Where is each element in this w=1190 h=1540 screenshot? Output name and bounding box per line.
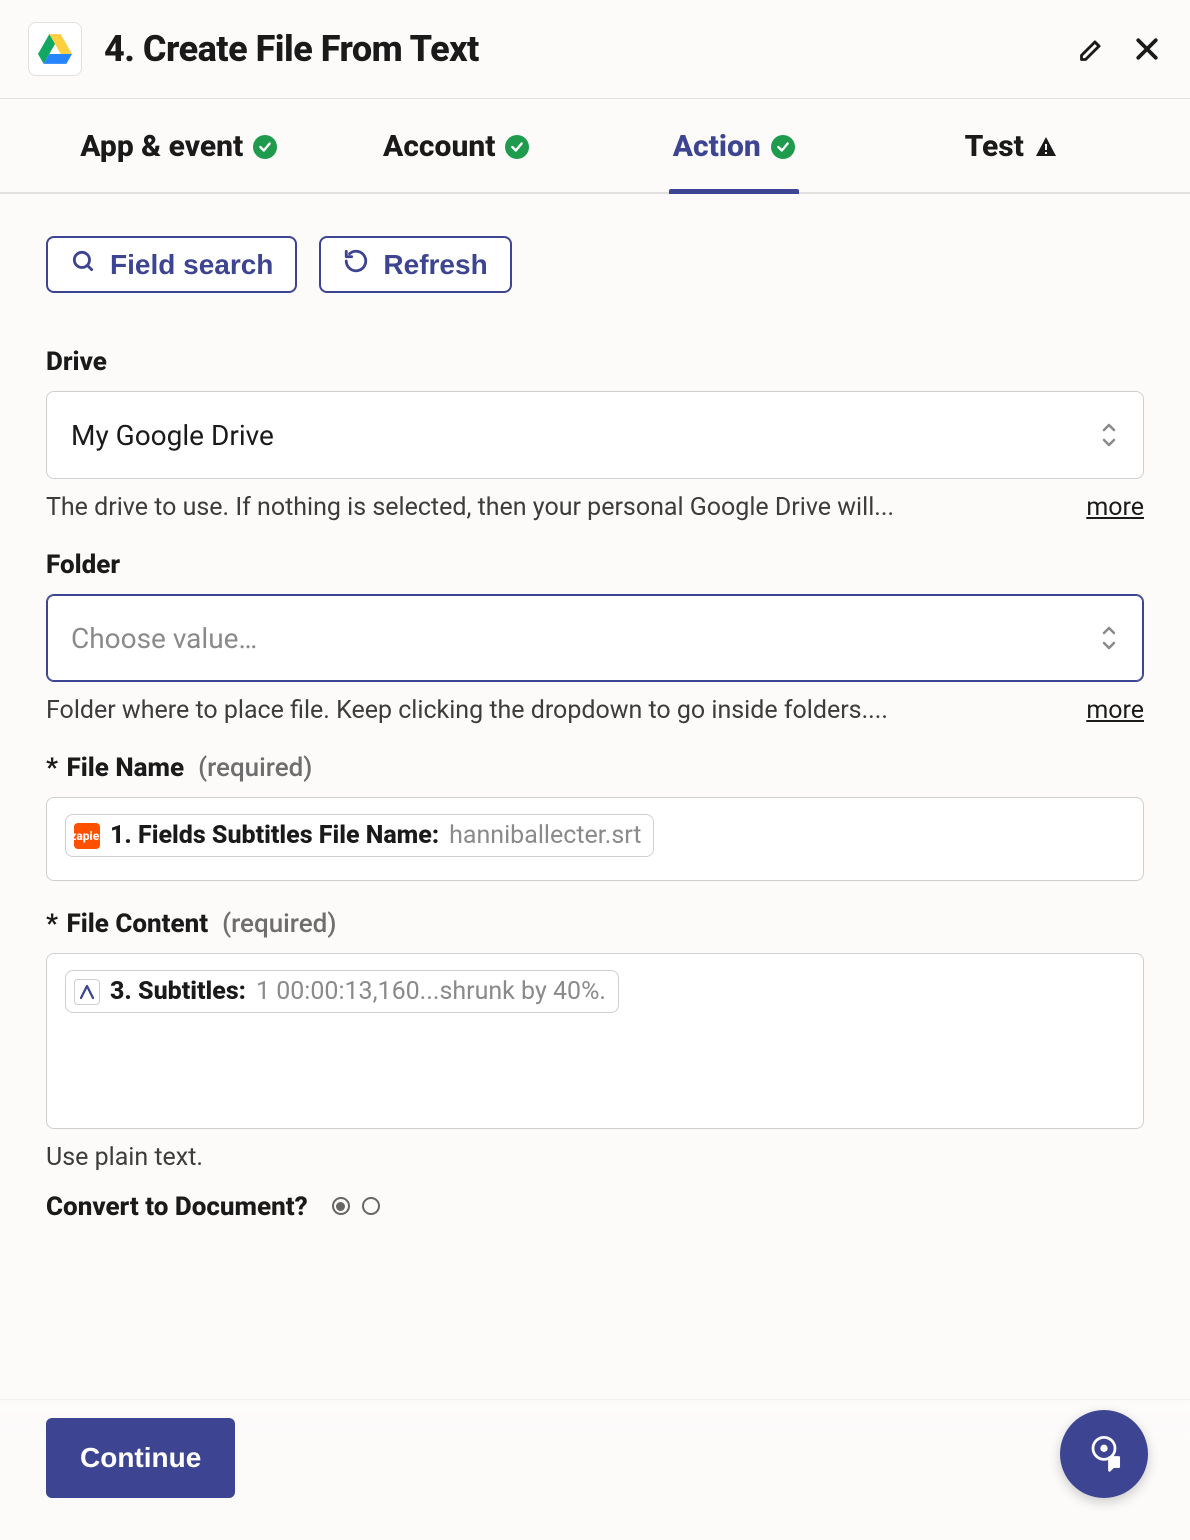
google-drive-icon — [28, 22, 82, 76]
refresh-button[interactable]: Refresh — [319, 236, 511, 293]
tab-action[interactable]: Action — [595, 99, 873, 192]
tab-label: Account — [383, 129, 495, 164]
field-file-name: * File Name (required) zapier 1. Fields … — [46, 753, 1144, 881]
file-name-input[interactable]: zapier 1. Fields Subtitles File Name: ha… — [46, 797, 1144, 881]
continue-button[interactable]: Continue — [46, 1418, 235, 1498]
radio-option-1[interactable] — [332, 1197, 350, 1215]
anthropic-icon — [74, 979, 100, 1005]
help-chat-icon — [1082, 1430, 1126, 1478]
zapier-icon: zapier — [74, 823, 100, 849]
required-note: (required) — [198, 753, 312, 783]
pill-label: 3. Subtitles: — [110, 977, 246, 1006]
pill-value: 1 00:00:13,160...shrunk by 40%. — [256, 977, 606, 1006]
button-label: Refresh — [383, 249, 487, 281]
tab-app-event[interactable]: App & event — [40, 99, 318, 192]
refresh-icon — [343, 248, 369, 281]
drive-select[interactable]: My Google Drive — [46, 391, 1144, 479]
field-label: Convert to Document? — [46, 1192, 1144, 1222]
pill-value: hanniballecter.srt — [449, 821, 641, 850]
pill-label: 1. Fields Subtitles File Name: — [110, 821, 439, 850]
tab-account[interactable]: Account — [318, 99, 596, 192]
check-icon — [505, 135, 529, 159]
help-row: The drive to use. If nothing is selected… — [46, 493, 1144, 522]
panel-title: 4. Create File From Text — [104, 28, 1056, 70]
help-fab[interactable] — [1060, 1410, 1148, 1498]
select-placeholder: Choose value… — [71, 622, 257, 655]
help-row: Use plain text. — [46, 1143, 1144, 1172]
check-icon — [253, 135, 277, 159]
file-content-input[interactable]: 3. Subtitles: 1 00:00:13,160...shrunk by… — [46, 953, 1144, 1129]
folder-select[interactable]: Choose value… — [46, 594, 1144, 682]
field-drive: Drive My Google Drive The drive to use. … — [46, 347, 1144, 522]
edit-icon[interactable] — [1078, 35, 1106, 63]
help-row: Folder where to place file. Keep clickin… — [46, 696, 1144, 725]
button-label: Field search — [110, 249, 273, 281]
warning-icon — [1034, 135, 1058, 159]
panel-header: 4. Create File From Text — [0, 0, 1190, 99]
tabs: App & event Account Action Test — [0, 99, 1190, 194]
help-text: The drive to use. If nothing is selected… — [46, 493, 1066, 522]
field-file-content: * File Content (required) 3. Subtitles: … — [46, 909, 1144, 1172]
field-label: * File Name (required) — [46, 753, 1144, 783]
form: Drive My Google Drive The drive to use. … — [0, 309, 1190, 1342]
field-convert: Convert to Document? — [46, 1192, 1144, 1222]
tab-label: App & event — [80, 129, 243, 164]
field-label: Drive — [46, 347, 1144, 377]
field-search-button[interactable]: Field search — [46, 236, 297, 293]
more-link[interactable]: more — [1086, 493, 1144, 522]
chevron-sort-icon — [1099, 421, 1119, 449]
step-panel: 4. Create File From Text App & event — [0, 0, 1190, 1540]
help-text: Folder where to place file. Keep clickin… — [46, 696, 1066, 725]
help-text: Use plain text. — [46, 1143, 1144, 1172]
tab-label: Action — [673, 129, 761, 164]
more-link[interactable]: more — [1086, 696, 1144, 725]
search-icon — [70, 248, 96, 281]
mapped-field-pill[interactable]: 3. Subtitles: 1 00:00:13,160...shrunk by… — [65, 970, 619, 1013]
field-folder: Folder Choose value… Folder where to pla… — [46, 550, 1144, 725]
chevron-sort-icon — [1099, 624, 1119, 652]
check-icon — [771, 135, 795, 159]
select-value: My Google Drive — [71, 419, 274, 452]
panel-footer: Continue — [0, 1399, 1190, 1540]
mapped-field-pill[interactable]: zapier 1. Fields Subtitles File Name: ha… — [65, 814, 654, 857]
field-label: * File Content (required) — [46, 909, 1144, 939]
radio-option-2[interactable] — [362, 1197, 380, 1215]
required-note: (required) — [222, 909, 336, 939]
convert-options — [332, 1197, 380, 1215]
tab-label: Test — [965, 129, 1024, 164]
close-icon[interactable] — [1132, 34, 1162, 64]
tab-test[interactable]: Test — [873, 99, 1151, 192]
field-label: Folder — [46, 550, 1144, 580]
toolbar: Field search Refresh — [0, 194, 1190, 309]
header-actions — [1078, 34, 1162, 64]
